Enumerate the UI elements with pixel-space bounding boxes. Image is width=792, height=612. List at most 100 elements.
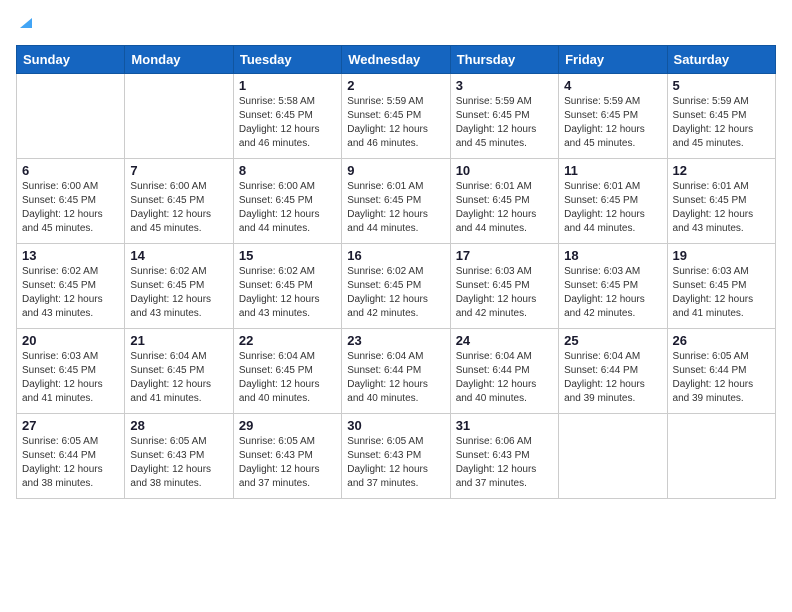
calendar-day-cell: 1Sunrise: 5:58 AM Sunset: 6:45 PM Daylig…: [233, 74, 341, 159]
day-info: Sunrise: 6:01 AM Sunset: 6:45 PM Dayligh…: [456, 180, 553, 236]
day-info: Sunrise: 6:06 AM Sunset: 6:43 PM Dayligh…: [456, 435, 553, 491]
day-number: 4: [564, 78, 661, 93]
day-info: Sunrise: 6:05 AM Sunset: 6:44 PM Dayligh…: [22, 435, 119, 491]
day-number: 5: [673, 78, 770, 93]
calendar-day-cell: 4 Sunrise: 5:59 AM Sunset: 6:45 PM Daylig…: [559, 74, 667, 159]
day-info: Sunrise: 6:05 AM Sunset: 6:43 PM Dayligh…: [347, 435, 444, 491]
day-of-week-header: Friday: [559, 46, 667, 74]
day-info: Sunrise: 5:59 AM Sunset: 6:45 PM Dayligh…: [347, 95, 444, 151]
day-info: Sunrise: 5:59 AM Sunset: 6:45 PM Dayligh…: [564, 95, 661, 151]
calendar-day-cell: 6 Sunrise: 6:00 AM Sunset: 6:45 PM Daylig…: [17, 159, 125, 244]
day-of-week-header: Tuesday: [233, 46, 341, 74]
calendar-day-cell: [667, 414, 775, 499]
day-number: 28: [130, 418, 227, 433]
calendar-day-cell: 25Sunrise: 6:04 AM Sunset: 6:44 PM Dayli…: [559, 329, 667, 414]
calendar-day-cell: [559, 414, 667, 499]
calendar-week-row: 1Sunrise: 5:58 AM Sunset: 6:45 PM Daylig…: [17, 74, 776, 159]
calendar-day-cell: 21 Sunrise: 6:04 AM Sunset: 6:45 PM Dayli…: [125, 329, 233, 414]
day-info: Sunrise: 6:00 AM Sunset: 6:45 PM Dayligh…: [130, 180, 227, 236]
day-number: 19: [673, 248, 770, 263]
day-of-week-header: Saturday: [667, 46, 775, 74]
day-number: 30: [347, 418, 444, 433]
day-info: Sunrise: 6:04 AM Sunset: 6:44 PM Dayligh…: [456, 350, 553, 406]
day-number: 22: [239, 333, 336, 348]
calendar-day-cell: 24 Sunrise: 6:04 AM Sunset: 6:44 PM Dayli…: [450, 329, 558, 414]
calendar-day-cell: 18 Sunrise: 6:03 AM Sunset: 6:45 PM Dayli…: [559, 244, 667, 329]
calendar-header-row: SundayMondayTuesdayWednesdayThursdayFrid…: [17, 46, 776, 74]
calendar-day-cell: 10 Sunrise: 6:01 AM Sunset: 6:45 PM Dayli…: [450, 159, 558, 244]
day-number: 9: [347, 163, 444, 178]
day-info: Sunrise: 5:59 AM Sunset: 6:45 PM Dayligh…: [456, 95, 553, 151]
day-of-week-header: Thursday: [450, 46, 558, 74]
day-number: 6: [22, 163, 119, 178]
day-number: 8: [239, 163, 336, 178]
day-number: 20: [22, 333, 119, 348]
day-info: Sunrise: 6:05 AM Sunset: 6:43 PM Dayligh…: [239, 435, 336, 491]
day-of-week-header: Monday: [125, 46, 233, 74]
calendar-day-cell: 7 Sunrise: 6:00 AM Sunset: 6:45 PM Daylig…: [125, 159, 233, 244]
day-info: Sunrise: 6:04 AM Sunset: 6:45 PM Dayligh…: [239, 350, 336, 406]
calendar-day-cell: 9 Sunrise: 6:01 AM Sunset: 6:45 PM Daylig…: [342, 159, 450, 244]
calendar-day-cell: 11 Sunrise: 6:01 AM Sunset: 6:45 PM Dayli…: [559, 159, 667, 244]
day-info: Sunrise: 6:05 AM Sunset: 6:44 PM Dayligh…: [673, 350, 770, 406]
calendar-day-cell: 30 Sunrise: 6:05 AM Sunset: 6:43 PM Dayli…: [342, 414, 450, 499]
day-number: 7: [130, 163, 227, 178]
calendar-week-row: 27 Sunrise: 6:05 AM Sunset: 6:44 PM Dayli…: [17, 414, 776, 499]
logo-arrow-icon: [18, 16, 32, 35]
day-info: Sunrise: 6:02 AM Sunset: 6:45 PM Dayligh…: [130, 265, 227, 321]
calendar-week-row: 6 Sunrise: 6:00 AM Sunset: 6:45 PM Daylig…: [17, 159, 776, 244]
day-info: Sunrise: 6:04 AM Sunset: 6:45 PM Dayligh…: [130, 350, 227, 406]
calendar-week-row: 20Sunrise: 6:03 AM Sunset: 6:45 PM Dayli…: [17, 329, 776, 414]
day-number: 1: [239, 78, 336, 93]
calendar-day-cell: 19 Sunrise: 6:03 AM Sunset: 6:45 PM Dayli…: [667, 244, 775, 329]
calendar-day-cell: 3 Sunrise: 5:59 AM Sunset: 6:45 PM Daylig…: [450, 74, 558, 159]
day-info: Sunrise: 6:01 AM Sunset: 6:45 PM Dayligh…: [564, 180, 661, 236]
day-number: 10: [456, 163, 553, 178]
day-info: Sunrise: 6:02 AM Sunset: 6:45 PM Dayligh…: [22, 265, 119, 321]
day-of-week-header: Wednesday: [342, 46, 450, 74]
day-number: 27: [22, 418, 119, 433]
day-info: Sunrise: 6:03 AM Sunset: 6:45 PM Dayligh…: [564, 265, 661, 321]
day-number: 17: [456, 248, 553, 263]
calendar-day-cell: [17, 74, 125, 159]
calendar-week-row: 13Sunrise: 6:02 AM Sunset: 6:45 PM Dayli…: [17, 244, 776, 329]
calendar-day-cell: 17 Sunrise: 6:03 AM Sunset: 6:45 PM Dayli…: [450, 244, 558, 329]
calendar-table: SundayMondayTuesdayWednesdayThursdayFrid…: [16, 45, 776, 499]
day-number: 11: [564, 163, 661, 178]
day-number: 24: [456, 333, 553, 348]
day-number: 15: [239, 248, 336, 263]
day-info: Sunrise: 6:00 AM Sunset: 6:45 PM Dayligh…: [22, 180, 119, 236]
day-number: 3: [456, 78, 553, 93]
calendar-day-cell: 23 Sunrise: 6:04 AM Sunset: 6:44 PM Dayli…: [342, 329, 450, 414]
calendar-day-cell: 2 Sunrise: 5:59 AM Sunset: 6:45 PM Daylig…: [342, 74, 450, 159]
calendar-day-cell: 5 Sunrise: 5:59 AM Sunset: 6:45 PM Daylig…: [667, 74, 775, 159]
day-info: Sunrise: 6:05 AM Sunset: 6:43 PM Dayligh…: [130, 435, 227, 491]
calendar-day-cell: 28 Sunrise: 6:05 AM Sunset: 6:43 PM Dayli…: [125, 414, 233, 499]
day-info: Sunrise: 6:01 AM Sunset: 6:45 PM Dayligh…: [347, 180, 444, 236]
day-info: Sunrise: 6:03 AM Sunset: 6:45 PM Dayligh…: [673, 265, 770, 321]
calendar-day-cell: 26 Sunrise: 6:05 AM Sunset: 6:44 PM Dayli…: [667, 329, 775, 414]
calendar-day-cell: 16Sunrise: 6:02 AM Sunset: 6:45 PM Dayli…: [342, 244, 450, 329]
day-number: 29: [239, 418, 336, 433]
calendar-day-cell: 13Sunrise: 6:02 AM Sunset: 6:45 PM Dayli…: [17, 244, 125, 329]
day-number: 14: [130, 248, 227, 263]
day-number: 23: [347, 333, 444, 348]
calendar-day-cell: [125, 74, 233, 159]
day-number: 18: [564, 248, 661, 263]
day-info: Sunrise: 6:04 AM Sunset: 6:44 PM Dayligh…: [347, 350, 444, 406]
day-number: 12: [673, 163, 770, 178]
day-number: 21: [130, 333, 227, 348]
calendar-day-cell: 29 Sunrise: 6:05 AM Sunset: 6:43 PM Dayli…: [233, 414, 341, 499]
day-number: 16: [347, 248, 444, 263]
day-info: Sunrise: 6:03 AM Sunset: 6:45 PM Dayligh…: [456, 265, 553, 321]
day-info: Sunrise: 6:00 AM Sunset: 6:45 PM Dayligh…: [239, 180, 336, 236]
day-number: 2: [347, 78, 444, 93]
day-info: Sunrise: 6:01 AM Sunset: 6:45 PM Dayligh…: [673, 180, 770, 236]
day-of-week-header: Sunday: [17, 46, 125, 74]
day-info: Sunrise: 6:04 AM Sunset: 6:44 PM Dayligh…: [564, 350, 661, 406]
calendar-day-cell: 20Sunrise: 6:03 AM Sunset: 6:45 PM Dayli…: [17, 329, 125, 414]
day-number: 26: [673, 333, 770, 348]
page-header: [16, 16, 776, 35]
day-info: Sunrise: 5:59 AM Sunset: 6:45 PM Dayligh…: [673, 95, 770, 151]
calendar-day-cell: 8 Sunrise: 6:00 AM Sunset: 6:45 PM Daylig…: [233, 159, 341, 244]
